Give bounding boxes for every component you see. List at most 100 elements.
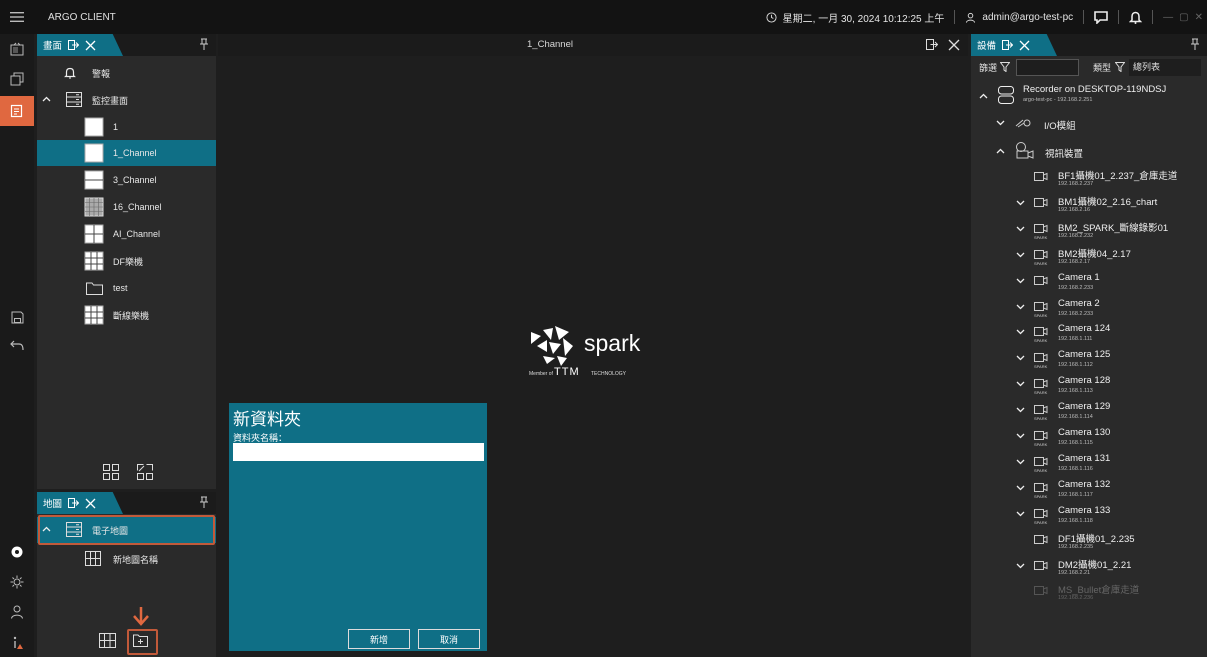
camera-item[interactable]: MS_Bullet倉庫走道 192.168.2.236: [971, 580, 1207, 606]
tab-device[interactable]: 設備: [971, 34, 1057, 56]
camera-item[interactable]: SPARK Camera 131 192.168.1.116: [971, 451, 1207, 477]
chevron-down-icon[interactable]: [1016, 407, 1025, 413]
playback-icon[interactable]: [0, 64, 34, 94]
chevron-down-icon[interactable]: [1016, 381, 1025, 387]
popout-icon[interactable]: [1002, 40, 1014, 50]
ok-button[interactable]: 新增: [348, 629, 410, 649]
pin-icon[interactable]: [200, 496, 208, 508]
chevron-down-icon[interactable]: [1016, 433, 1025, 439]
view-title: 1_Channel: [527, 39, 573, 50]
camera-item[interactable]: BF1攝機01_2.237_倉庫走道 192.168.2.237: [971, 166, 1207, 192]
layout-1-icon: [84, 117, 104, 137]
camera-item[interactable]: SPARK Camera 130 192.168.1.115: [971, 425, 1207, 451]
type-select-value: 總列表: [1133, 62, 1161, 72]
clock-icon: [766, 11, 777, 23]
camera-item[interactable]: SPARK Camera 128 192.168.1.113: [971, 373, 1207, 399]
chevron-down-icon[interactable]: [1016, 511, 1025, 517]
undo-icon[interactable]: [0, 330, 34, 360]
camera-item[interactable]: SPARK Camera 133 192.168.1.118: [971, 503, 1207, 529]
chevron-up-icon[interactable]: [42, 96, 51, 102]
chevron-up-icon[interactable]: [996, 148, 1005, 154]
layout-item[interactable]: 斷線樂機: [37, 302, 216, 328]
minimize-button[interactable]: —: [1163, 12, 1173, 23]
save-icon[interactable]: [0, 302, 34, 332]
chevron-down-icon[interactable]: [1016, 226, 1025, 232]
camera-item[interactable]: SPARK Camera 125 192.168.1.112: [971, 347, 1207, 373]
chevron-down-icon[interactable]: [996, 120, 1005, 126]
edit-layout-icon[interactable]: [137, 464, 153, 480]
layout-editor-icon[interactable]: [0, 96, 34, 126]
cancel-button[interactable]: 取消: [418, 629, 480, 649]
chevron-down-icon[interactable]: [1016, 563, 1025, 569]
maximize-button[interactable]: ▢: [1179, 12, 1188, 23]
popout-icon[interactable]: [68, 40, 80, 50]
camera-item[interactable]: SPARK Camera 124 192.168.1.111: [971, 321, 1207, 347]
popout-icon[interactable]: [926, 39, 938, 50]
camera-item[interactable]: SPARK Camera 2 192.168.2.233: [971, 296, 1207, 322]
group-monitor[interactable]: 監控畫面: [37, 87, 216, 113]
chevron-down-icon[interactable]: [1016, 252, 1025, 258]
camera-item[interactable]: BM1攝機02_2.16_chart 192.168.2.16: [971, 192, 1207, 218]
tab-screen[interactable]: 畫面: [37, 34, 123, 56]
layout-item[interactable]: 3_Channel: [37, 167, 216, 193]
chevron-up-icon[interactable]: [979, 93, 988, 99]
device-settings-icon[interactable]: [0, 567, 34, 597]
chevron-down-icon[interactable]: [1016, 355, 1025, 361]
live-view-icon[interactable]: [0, 34, 34, 64]
close-icon[interactable]: [85, 40, 96, 51]
folder-item[interactable]: test: [37, 275, 216, 301]
user-management-icon[interactable]: [0, 597, 34, 627]
map-icon: [85, 551, 101, 566]
chevron-down-icon[interactable]: [1016, 200, 1025, 206]
tab-label: 地圖: [43, 499, 63, 510]
layout-item[interactable]: AI_Channel: [37, 221, 216, 247]
chevron-down-icon[interactable]: [1016, 278, 1025, 284]
pin-icon[interactable]: [200, 38, 208, 50]
camera-item[interactable]: DM2攝機01_2.21 192.168.2.21: [971, 555, 1207, 581]
add-map-icon[interactable]: [99, 633, 116, 648]
folder-name-input[interactable]: [233, 443, 484, 461]
camera-icon: [1034, 223, 1048, 233]
close-window-button[interactable]: ✕: [1195, 12, 1203, 23]
add-layout-icon[interactable]: [103, 464, 119, 480]
close-icon[interactable]: [948, 39, 960, 51]
recorder-item[interactable]: Recorder on DESKTOP-119NDSJ argo-test-pc…: [971, 81, 1207, 111]
map-item[interactable]: 新地圖名稱: [37, 546, 216, 572]
video-group[interactable]: 視訊裝置: [971, 138, 1207, 164]
type-select[interactable]: 總列表: [1129, 59, 1201, 76]
filter-input[interactable]: [1016, 59, 1079, 76]
popout-icon[interactable]: [68, 498, 80, 508]
user-name[interactable]: admin@argo-test-pc: [982, 12, 1073, 23]
layout-item-selected[interactable]: 1_Channel: [37, 140, 216, 166]
pin-icon[interactable]: [1191, 38, 1199, 50]
chevron-down-icon[interactable]: [1016, 329, 1025, 335]
alarm-item[interactable]: 警報: [37, 60, 216, 86]
spark-logo-text: spark: [584, 330, 641, 356]
camera-item[interactable]: SPARK BM2_SPARK_斷線錄影01 192.168.2.232: [971, 218, 1207, 244]
divider: [954, 10, 956, 24]
layout-label: test: [113, 283, 128, 293]
chevron-down-icon[interactable]: [1016, 304, 1025, 310]
camera-item[interactable]: SPARK BM2攝機04_2.17 192.168.2.17: [971, 244, 1207, 270]
layout-item[interactable]: DF樂機: [37, 248, 216, 274]
info-icon[interactable]: [0, 627, 34, 657]
tab-map[interactable]: 地圖: [37, 492, 123, 514]
close-icon[interactable]: [1019, 40, 1030, 51]
camera-item[interactable]: Camera 1 192.168.2.233: [971, 270, 1207, 296]
menu-icon[interactable]: [0, 0, 34, 34]
message-icon[interactable]: [1094, 10, 1108, 24]
camera-item[interactable]: SPARK Camera 132 192.168.1.117: [971, 477, 1207, 503]
camera-item[interactable]: DF1攝機01_2.235 192.168.2.235: [971, 529, 1207, 555]
camera-ip: 192.168.2.233: [1058, 310, 1094, 317]
layout-item[interactable]: 1: [37, 114, 216, 140]
chevron-down-icon[interactable]: [1016, 459, 1025, 465]
layout-item[interactable]: 16_Channel: [37, 194, 216, 220]
notification-icon[interactable]: [1129, 11, 1143, 24]
camera-ip: 192.168.2.16: [1058, 206, 1091, 213]
chevron-down-icon[interactable]: [1016, 485, 1025, 491]
io-group[interactable]: I/O模組: [971, 110, 1207, 136]
camera-item[interactable]: SPARK Camera 129 192.168.1.114: [971, 399, 1207, 425]
divider: [1118, 10, 1120, 24]
settings-icon[interactable]: [0, 537, 34, 567]
close-icon[interactable]: [85, 498, 96, 509]
